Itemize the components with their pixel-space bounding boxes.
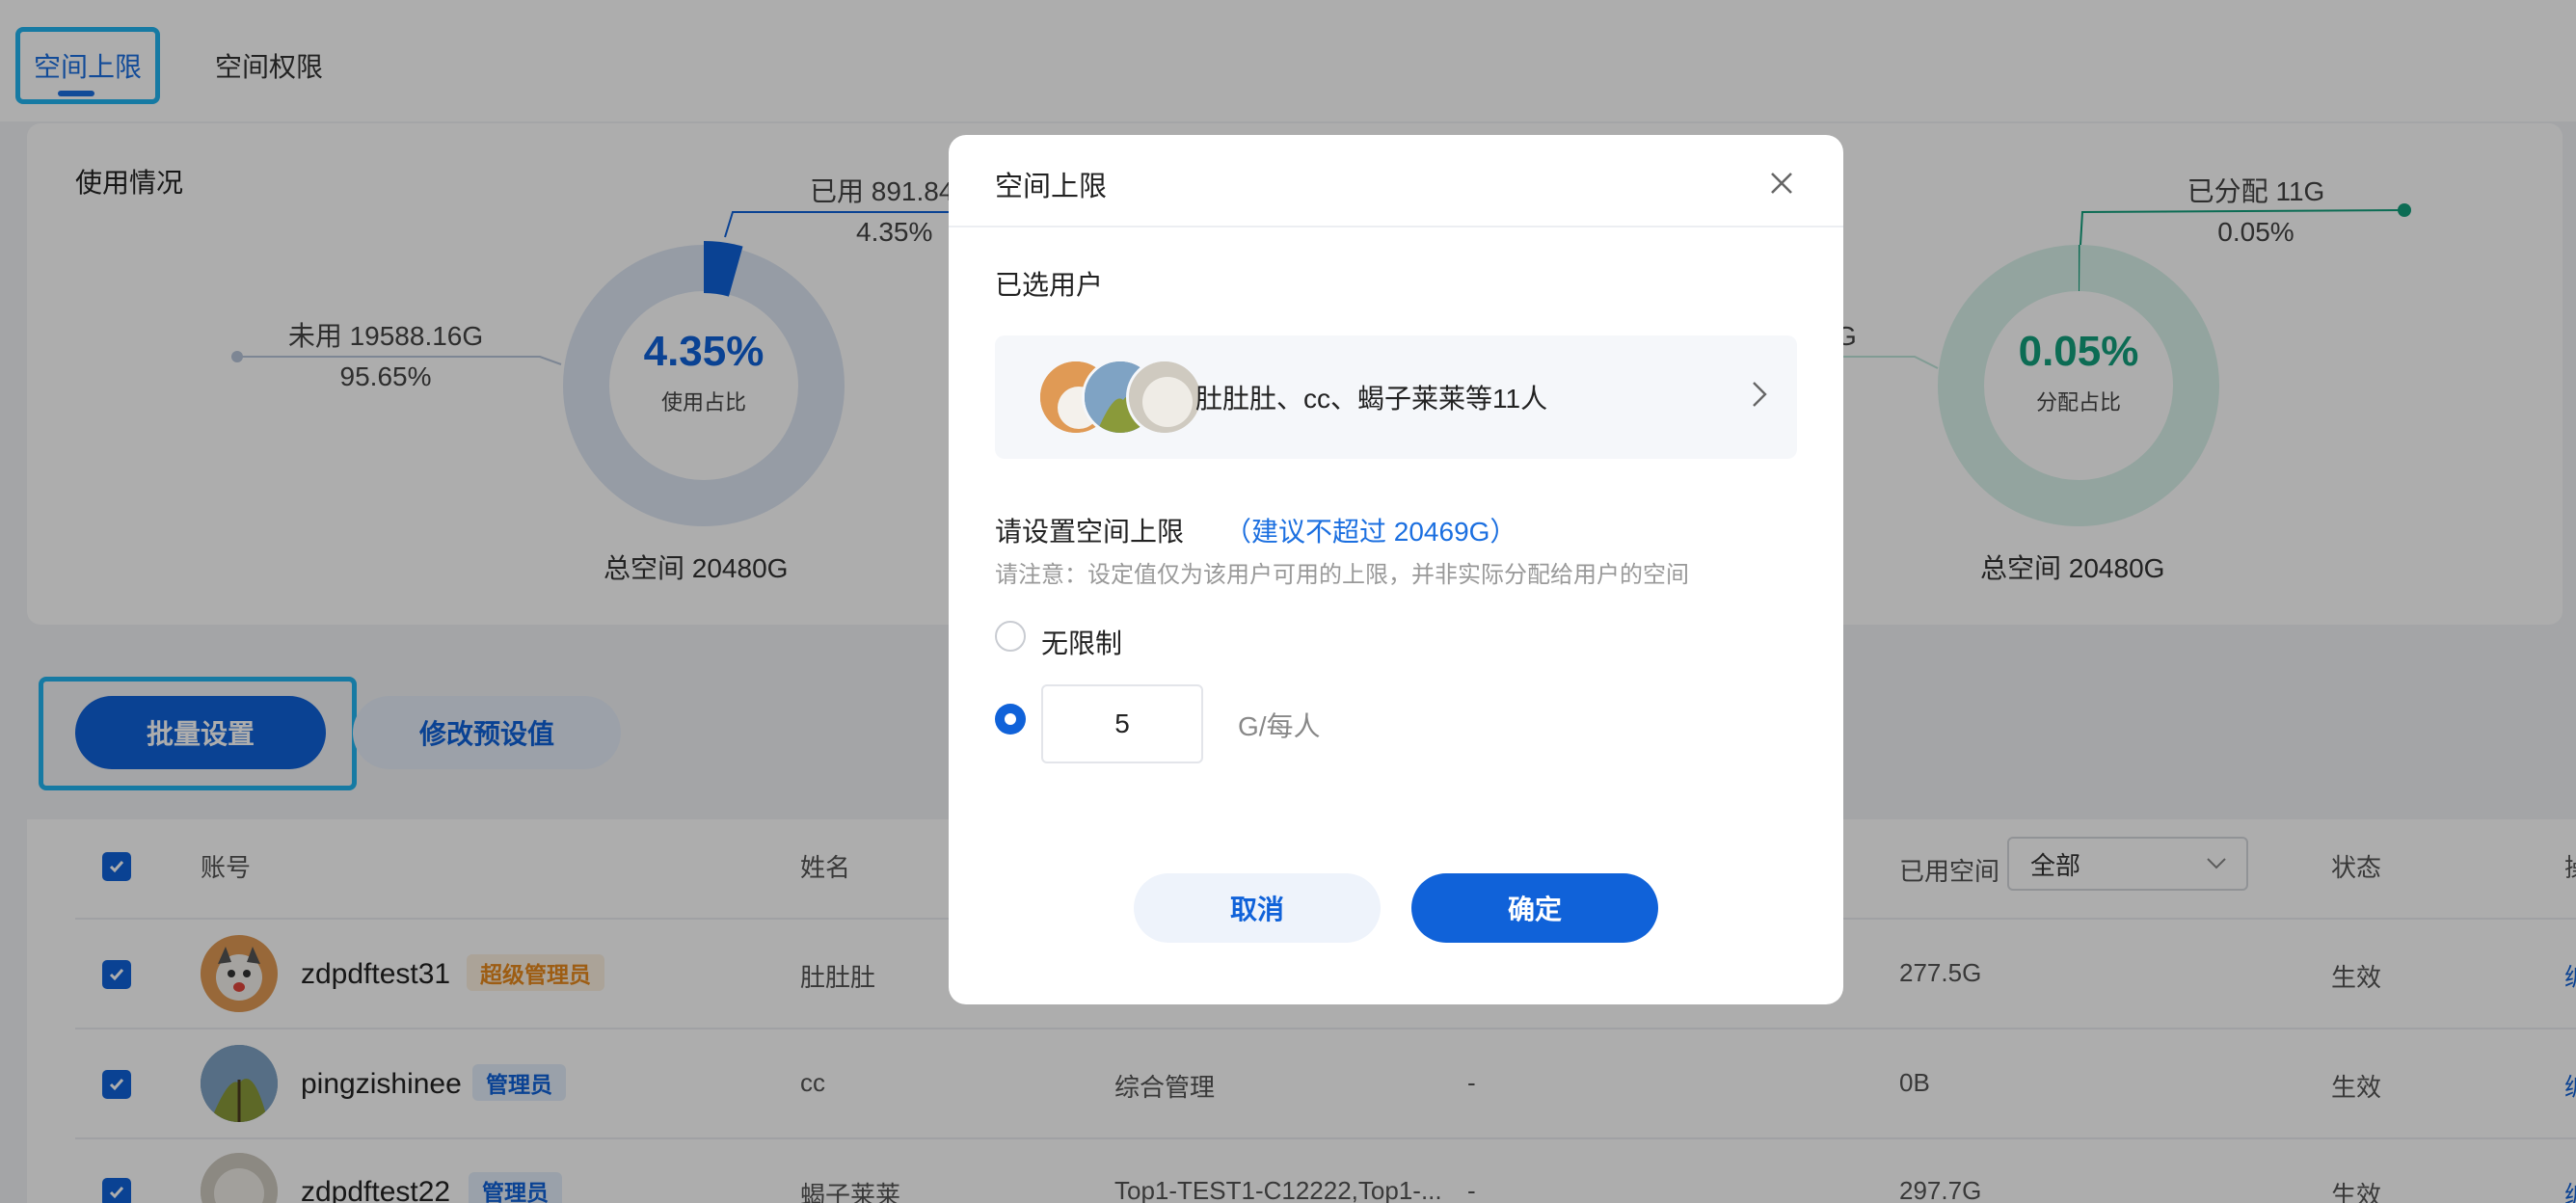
- space-limit-dialog: 空间上限 已选用户 肚肚肚、cc、蝎子莱莱等11人 请设置空间上限 （建议不超过…: [949, 135, 1843, 1004]
- selected-users-box[interactable]: 肚肚肚、cc、蝎子莱莱等11人: [995, 335, 1797, 459]
- avatar: [1126, 359, 1203, 436]
- dialog-title: 空间上限: [995, 172, 1108, 202]
- suggestion-text: （建议不超过 20469G）: [1224, 517, 1517, 547]
- close-button[interactable]: [1762, 164, 1801, 202]
- close-icon: [1771, 173, 1792, 194]
- cancel-button[interactable]: 取消: [1134, 873, 1381, 943]
- selected-users-label: 已选用户: [995, 270, 1104, 300]
- unlimited-radio-label[interactable]: 无限制: [1041, 623, 1122, 661]
- selected-users-text: 肚肚肚、cc、蝎子莱莱等11人: [1195, 384, 1548, 414]
- unlimited-radio[interactable]: [995, 621, 1026, 652]
- custom-limit-radio[interactable]: [995, 704, 1026, 735]
- confirm-button[interactable]: 确定: [1411, 873, 1658, 943]
- limit-value-input[interactable]: 5: [1041, 684, 1203, 763]
- set-limit-label: 请设置空间上限: [995, 517, 1185, 547]
- dialog-divider: [949, 226, 1843, 227]
- limit-note: 请注意：设定值仅为该用户可用的上限，并非实际分配给用户的空间: [995, 562, 1689, 588]
- chevron-right-icon: [1753, 382, 1767, 407]
- limit-unit: G/每人: [1238, 711, 1321, 741]
